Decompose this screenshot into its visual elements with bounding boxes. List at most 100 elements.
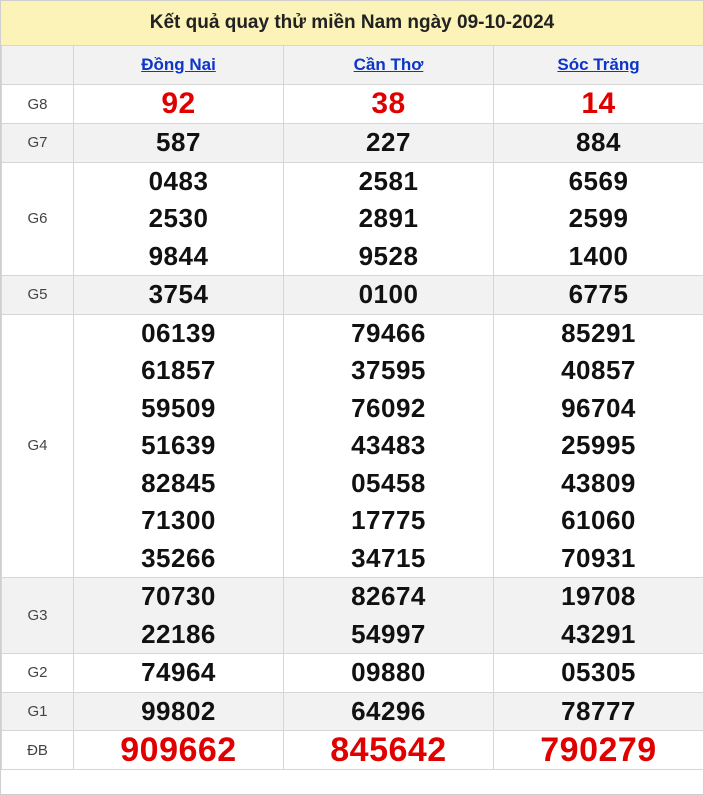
- province-link-dong-nai[interactable]: Đồng Nai: [141, 55, 216, 74]
- prize-cell: 2581 2891 9528: [283, 161, 494, 276]
- prize-number: 85291: [561, 317, 636, 348]
- prize-number: 09880: [351, 657, 426, 687]
- prize-number: 59509: [141, 392, 216, 423]
- prize-number: 845642: [330, 731, 447, 769]
- prize-row-g4: G4 06139 61857 59509 51639 82845 71300 35266 794…: [1, 313, 704, 578]
- prize-number: 2530: [148, 203, 209, 233]
- prize-cell: 0100: [283, 275, 494, 315]
- prize-number: 22186: [141, 618, 216, 649]
- prize-cell: 19708 43291: [493, 577, 704, 654]
- prize-cell: 06139 61857 59509 51639 82845 71300 35266: [73, 313, 284, 578]
- prize-label: G7: [1, 123, 74, 163]
- province-can-tho: Cần Thơ: [283, 45, 494, 85]
- prize-number: 790279: [540, 731, 657, 769]
- prize-cell: 79466 37595 76092 43483 05458 17775 34715: [283, 313, 494, 578]
- prize-number: 96704: [561, 392, 636, 423]
- prize-number: 06139: [141, 317, 216, 348]
- results-panel: Kết quả quay thử miền Nam ngày 09-10-202…: [0, 0, 704, 795]
- prize-number: 35266: [141, 542, 216, 573]
- province-link-can-tho[interactable]: Cần Thơ: [354, 55, 424, 74]
- prize-number: 25995: [561, 430, 636, 460]
- prize-cell: 38: [283, 84, 494, 124]
- prize-number: 76092: [351, 392, 426, 423]
- prize-number: 54997: [351, 618, 426, 649]
- prize-cell: 92: [73, 84, 284, 124]
- province-link-soc-trang[interactable]: Sóc Trăng: [557, 55, 639, 74]
- prize-number: 6569: [568, 165, 629, 196]
- prize-row-g6: G6 0483 2530 9844 2581 2891 9528 6569 2599 1400: [1, 161, 704, 276]
- prize-number: 2891: [358, 203, 419, 233]
- prize-number: 70730: [141, 581, 216, 611]
- prize-number: 2599: [568, 203, 629, 233]
- prize-number: 05458: [351, 467, 426, 498]
- prize-label: G5: [1, 275, 74, 315]
- prize-cell: 82674 54997: [283, 577, 494, 654]
- prize-number: 0100: [358, 279, 419, 309]
- prize-number: 19708: [561, 581, 636, 611]
- prize-cell: 845642: [283, 730, 494, 770]
- prize-number: 34715: [351, 542, 426, 573]
- prize-number: 6775: [568, 279, 629, 309]
- prize-number: 05305: [561, 657, 636, 687]
- prize-cell: 587: [73, 123, 284, 163]
- prize-cell: 6775: [493, 275, 704, 315]
- header-row: Đồng Nai Cần Thơ Sóc Trăng: [1, 45, 704, 85]
- prize-label: ĐB: [1, 730, 74, 770]
- prize-label: G2: [1, 653, 74, 693]
- prize-row-g3: G3 70730 22186 82674 54997 19708 43291: [1, 577, 704, 654]
- prize-number: 43291: [561, 618, 636, 649]
- prize-cell: 0483 2530 9844: [73, 161, 284, 276]
- prize-number: 70931: [561, 542, 636, 573]
- prize-cell: 884: [493, 123, 704, 163]
- prize-cell: 85291 40857 96704 25995 43809 61060 70931: [493, 313, 704, 578]
- prize-number: 71300: [141, 505, 216, 535]
- prize-cell: 70730 22186: [73, 577, 284, 654]
- header-blank: [1, 45, 74, 85]
- prize-number: 9844: [148, 240, 209, 271]
- prize-number: 43809: [561, 467, 636, 498]
- prize-number: 909662: [120, 731, 237, 769]
- prize-row-g7: G7 587 227 884: [1, 123, 704, 163]
- prize-cell: 74964: [73, 653, 284, 693]
- prize-number: 82845: [141, 467, 216, 498]
- prize-number: 61060: [561, 505, 636, 535]
- prize-number: 74964: [141, 657, 216, 687]
- prize-number: 2581: [358, 165, 419, 196]
- prize-cell: 78777: [493, 691, 704, 731]
- prize-number: 227: [366, 127, 411, 157]
- prize-row-đb: ĐB 909662 845642 790279: [1, 730, 704, 770]
- prize-label: G4: [1, 313, 74, 578]
- prize-label: G8: [1, 84, 74, 124]
- prize-number: 3754: [148, 279, 209, 309]
- prize-number: 82674: [351, 581, 426, 611]
- prize-number: 587: [156, 127, 201, 157]
- prize-number: 14: [581, 87, 616, 120]
- prize-number: 92: [161, 87, 196, 120]
- prize-cell: 909662: [73, 730, 284, 770]
- prize-number: 37595: [351, 355, 426, 385]
- prize-number: 61857: [141, 355, 216, 385]
- prize-number: 884: [576, 127, 621, 157]
- prize-cell: 227: [283, 123, 494, 163]
- prize-label: G6: [1, 161, 74, 276]
- prize-row-g2: G2 74964 09880 05305: [1, 653, 704, 693]
- prize-cell: 09880: [283, 653, 494, 693]
- prize-cell: 3754: [73, 275, 284, 315]
- prize-row-g1: G1 99802 64296 78777: [1, 691, 704, 731]
- province-soc-trang: Sóc Trăng: [493, 45, 704, 85]
- prize-row-g8: G8 92 38 14: [1, 84, 704, 124]
- prize-number: 51639: [141, 430, 216, 460]
- province-dong-nai: Đồng Nai: [73, 45, 284, 85]
- prize-number: 78777: [561, 695, 636, 726]
- prize-number: 1400: [568, 240, 629, 271]
- prize-row-g5: G5 3754 0100 6775: [1, 275, 704, 315]
- prize-cell: 99802: [73, 691, 284, 731]
- prize-number: 64296: [351, 695, 426, 726]
- prize-cell: 14: [493, 84, 704, 124]
- prize-label: G1: [1, 691, 74, 731]
- prize-number: 99802: [141, 695, 216, 726]
- prize-number: 17775: [351, 505, 426, 535]
- prize-number: 40857: [561, 355, 636, 385]
- page-title: Kết quả quay thử miền Nam ngày 09-10-202…: [1, 1, 703, 45]
- prize-cell: 6569 2599 1400: [493, 161, 704, 276]
